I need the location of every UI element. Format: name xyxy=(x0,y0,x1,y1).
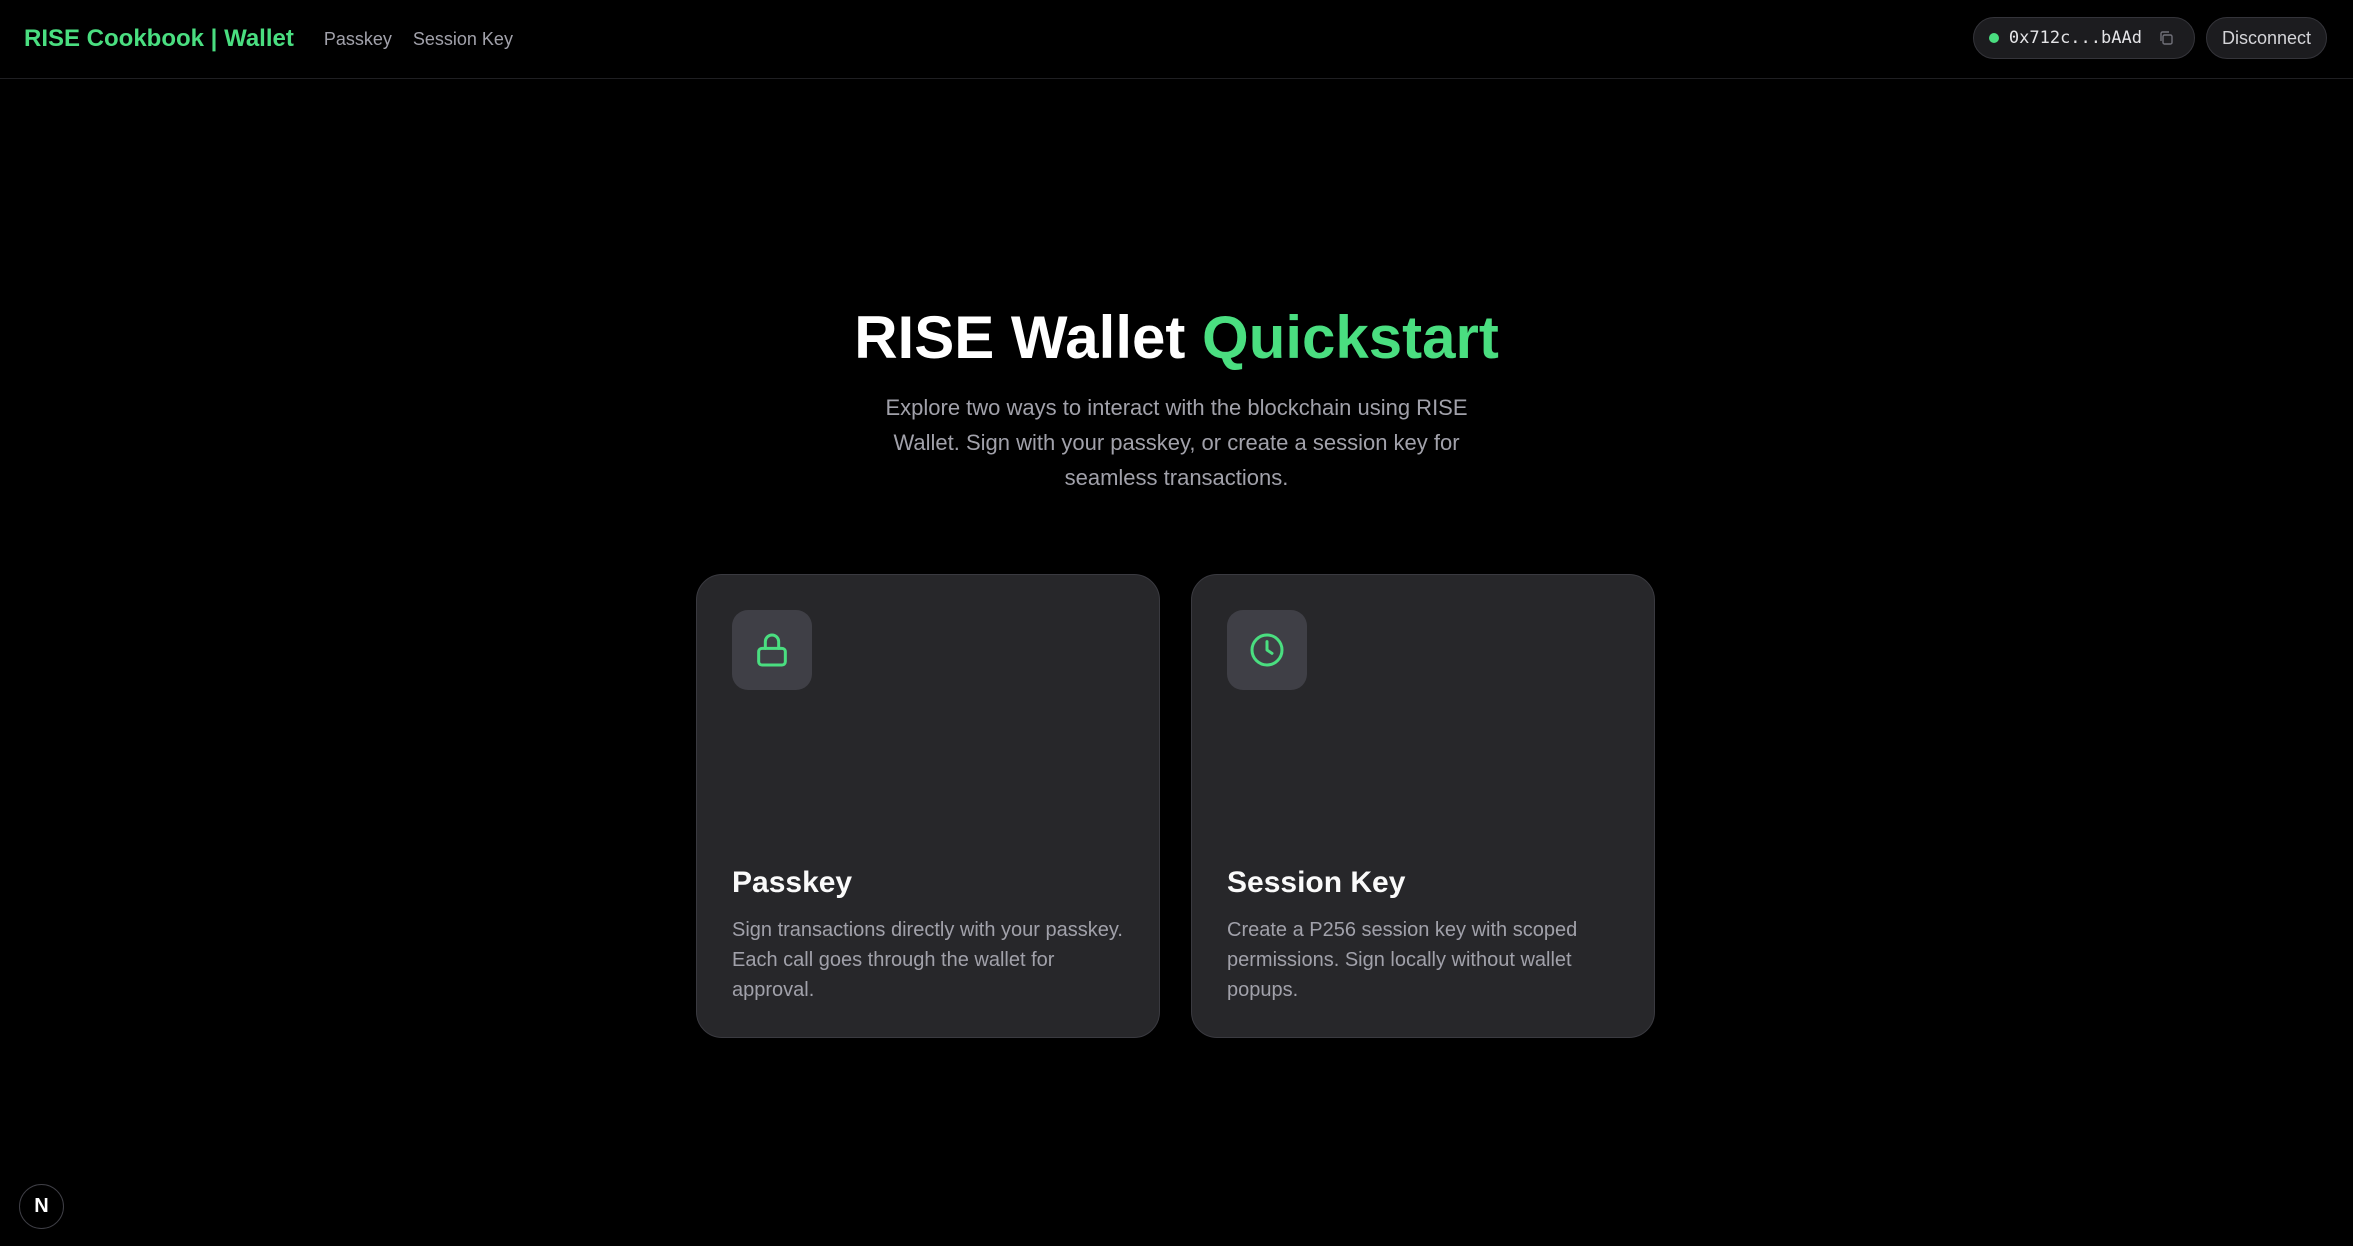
title-accent: Quickstart xyxy=(1202,304,1499,371)
clock-icon xyxy=(1250,633,1284,667)
top-navbar: RISE Cookbook | Wallet Passkey Session K… xyxy=(0,0,2353,79)
page-title: RISE Wallet Quickstart xyxy=(0,300,2353,376)
title-main: RISE Wallet xyxy=(854,304,1186,371)
brand-link[interactable]: RISE Cookbook | Wallet xyxy=(24,25,294,53)
card-text: Session Key Create a P256 session key wi… xyxy=(1227,865,1619,1005)
option-cards: Passkey Sign transactions directly with … xyxy=(696,574,1655,1038)
hero-section: RISE Wallet Quickstart Explore two ways … xyxy=(0,300,2353,495)
page-subtitle: Explore two ways to interact with the bl… xyxy=(885,395,1468,490)
card-description: Sign transactions directly with your pas… xyxy=(732,919,1123,1001)
card-title: Session Key xyxy=(1227,866,1406,899)
wallet-controls: 0x712c...bAAd Disconnect xyxy=(1972,17,2327,59)
card-passkey[interactable]: Passkey Sign transactions directly with … xyxy=(696,574,1160,1038)
disconnect-button[interactable]: Disconnect xyxy=(2205,17,2327,59)
card-icon-container xyxy=(1227,610,1307,690)
nextjs-devtools-button[interactable]: N xyxy=(19,1184,64,1229)
wallet-address: 0x712c...bAAd xyxy=(2008,28,2142,48)
card-text: Passkey Sign transactions directly with … xyxy=(732,865,1124,1005)
card-description: Create a P256 session key with scoped pe… xyxy=(1227,919,1578,1001)
nav-link-session-key[interactable]: Session Key xyxy=(413,29,513,50)
card-session-key[interactable]: Session Key Create a P256 session key wi… xyxy=(1191,574,1655,1038)
copy-icon[interactable] xyxy=(2158,30,2174,46)
lock-icon xyxy=(757,633,787,667)
card-icon-container xyxy=(732,610,812,690)
nav-link-passkey[interactable]: Passkey xyxy=(324,29,392,50)
card-title: Passkey xyxy=(732,866,853,899)
wallet-address-pill[interactable]: 0x712c...bAAd xyxy=(1972,17,2195,59)
connected-status-dot xyxy=(1988,33,1999,43)
